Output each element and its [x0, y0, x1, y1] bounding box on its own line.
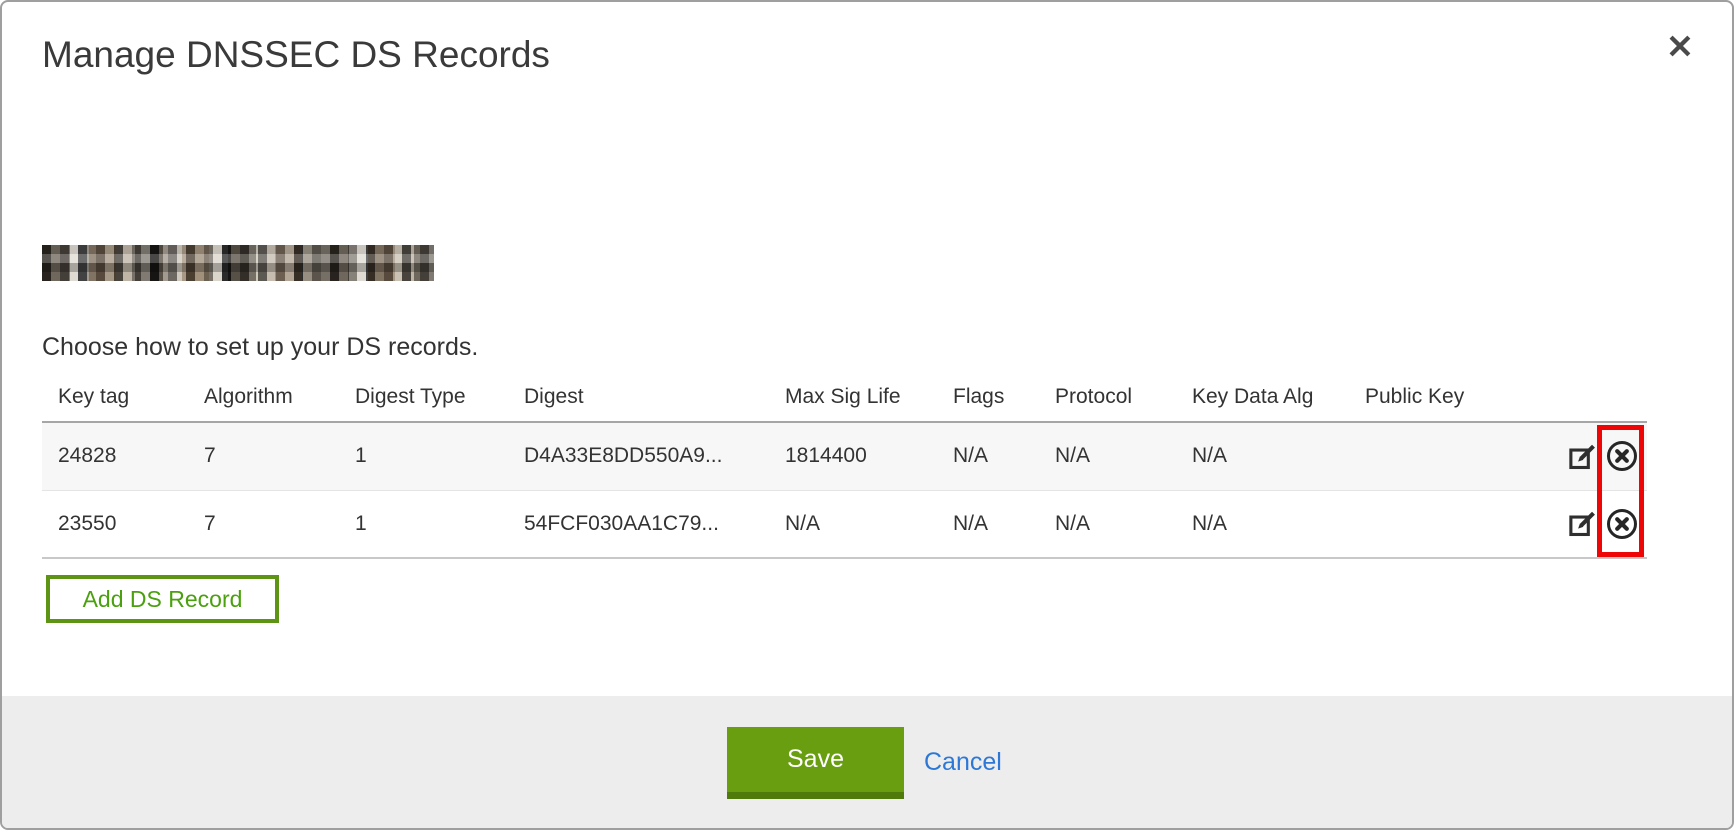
cell-actions	[1549, 422, 1647, 490]
cell-protocol: N/A	[1039, 490, 1176, 558]
delete-record-button[interactable]	[1605, 439, 1639, 473]
circle-x-icon	[1605, 439, 1639, 473]
cell-key-data-alg: N/A	[1176, 422, 1349, 490]
column-header-key-tag: Key tag	[42, 372, 188, 422]
cell-max-sig-life: N/A	[769, 490, 937, 558]
table-row: 23550 7 1 54FCF030AA1C79... N/A N/A N/A …	[42, 490, 1647, 558]
column-header-actions	[1549, 372, 1647, 422]
cell-key-tag: 24828	[42, 422, 188, 490]
delete-record-button[interactable]	[1605, 507, 1639, 541]
cell-protocol: N/A	[1039, 422, 1176, 490]
cell-public-key	[1349, 490, 1549, 558]
column-header-max-sig-life: Max Sig Life	[769, 372, 937, 422]
cell-flags: N/A	[937, 422, 1039, 490]
cell-max-sig-life: 1814400	[769, 422, 937, 490]
cell-algorithm: 7	[188, 490, 339, 558]
dialog-footer: Save Cancel	[2, 696, 1732, 830]
cell-digest: D4A33E8DD550A9...	[508, 422, 769, 490]
add-ds-record-button[interactable]: Add DS Record	[46, 575, 279, 623]
redacted-domain-name	[42, 245, 434, 281]
column-header-digest-type: Digest Type	[339, 372, 508, 422]
cell-algorithm: 7	[188, 422, 339, 490]
column-header-algorithm: Algorithm	[188, 372, 339, 422]
edit-icon	[1567, 508, 1598, 539]
ds-records-table: Key tag Algorithm Digest Type Digest Max…	[42, 372, 1647, 559]
circle-x-icon	[1605, 507, 1639, 541]
column-header-key-data-alg: Key Data Alg	[1176, 372, 1349, 422]
edit-icon	[1567, 441, 1598, 472]
cell-public-key	[1349, 422, 1549, 490]
cell-digest: 54FCF030AA1C79...	[508, 490, 769, 558]
cell-actions	[1549, 490, 1647, 558]
column-header-flags: Flags	[937, 372, 1039, 422]
table-header-row: Key tag Algorithm Digest Type Digest Max…	[42, 372, 1647, 422]
close-icon[interactable]: ✕	[1658, 24, 1702, 68]
cell-flags: N/A	[937, 490, 1039, 558]
edit-record-button[interactable]	[1567, 508, 1598, 539]
column-header-public-key: Public Key	[1349, 372, 1549, 422]
manage-dnssec-dialog: Manage DNSSEC DS Records ✕ Choose how to…	[0, 0, 1734, 830]
page-title: Manage DNSSEC DS Records	[42, 34, 550, 76]
column-header-protocol: Protocol	[1039, 372, 1176, 422]
cancel-link[interactable]: Cancel	[924, 748, 1002, 777]
cell-key-tag: 23550	[42, 490, 188, 558]
table-row: 24828 7 1 D4A33E8DD550A9... 1814400 N/A …	[42, 422, 1647, 490]
cell-digest-type: 1	[339, 422, 508, 490]
cell-key-data-alg: N/A	[1176, 490, 1349, 558]
cell-digest-type: 1	[339, 490, 508, 558]
column-header-digest: Digest	[508, 372, 769, 422]
save-button[interactable]: Save	[727, 727, 904, 799]
edit-record-button[interactable]	[1567, 441, 1598, 472]
instruction-text: Choose how to set up your DS records.	[42, 333, 478, 362]
